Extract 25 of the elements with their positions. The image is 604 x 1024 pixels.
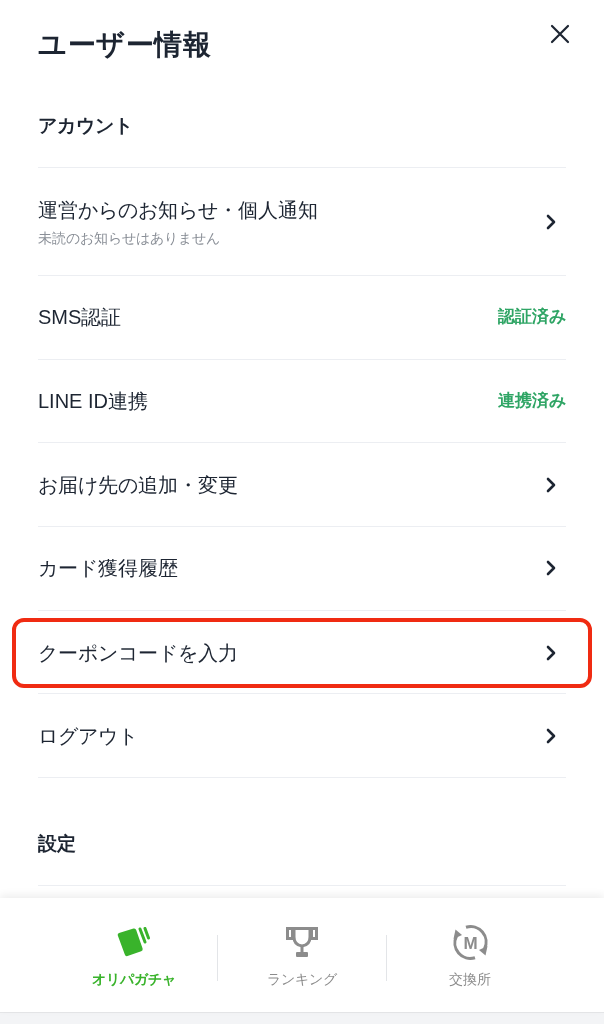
row-label: LINE ID連携	[38, 389, 149, 415]
section-title: アカウント	[38, 114, 133, 138]
status-label: 認証済み	[498, 306, 566, 329]
chevron-right-icon	[546, 727, 556, 744]
row-subtitle: 未読のお知らせはありません	[38, 228, 221, 247]
chevron-right-icon	[546, 476, 556, 493]
chevron-right-icon	[546, 644, 556, 661]
close-button[interactable]	[550, 24, 570, 44]
chevron-right-icon	[546, 213, 556, 230]
status-label: 連携済み	[498, 390, 566, 413]
cards-icon	[117, 927, 151, 957]
row-label: お届け先の追加・変更	[38, 472, 238, 498]
row-label: クーポンコードを入力	[38, 640, 238, 666]
close-icon	[550, 24, 570, 44]
nav-tab[interactable]: M 交換所	[449, 923, 492, 988]
page-title: ユーザー情報	[38, 28, 211, 62]
section-title: 設定	[38, 832, 76, 857]
trophy-icon	[286, 927, 318, 957]
row-label: ログアウト	[38, 723, 138, 749]
highlighted-menu-row[interactable]: クーポンコードを入力	[12, 617, 592, 688]
row-label: SMS認証	[38, 305, 122, 331]
row-label: カード獲得履歴	[38, 556, 178, 582]
chevron-right-icon	[546, 560, 556, 577]
nav-tab[interactable]: ランキング	[267, 923, 337, 988]
row-label: 運営からのお知らせ・個人通知	[38, 197, 318, 223]
